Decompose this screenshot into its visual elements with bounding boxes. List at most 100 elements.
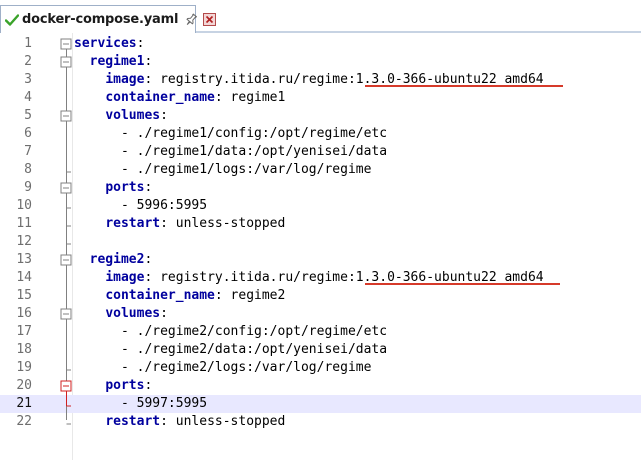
code-line[interactable]: 17 - ./regime2/config:/opt/regime/etc: [0, 323, 641, 341]
code-line[interactable]: 21 - 5997:5995: [0, 395, 641, 413]
yaml-value: regime2: [222, 288, 286, 303]
saved-check-icon: [5, 12, 19, 28]
yaml-separator: :: [144, 54, 153, 69]
code-line[interactable]: 5 volumes:: [0, 107, 641, 125]
yaml-key: ports: [105, 180, 145, 195]
yaml-separator: :: [160, 108, 168, 123]
fold-toggle[interactable]: [60, 110, 72, 122]
code-text: - ./regime1/logs:/var/log/regime: [74, 161, 371, 179]
code-line[interactable]: 10 - 5996:5995: [0, 197, 641, 215]
code-text: container_name: regime1: [74, 89, 285, 107]
fold-toggle[interactable]: [60, 38, 72, 50]
code-text: ports:: [74, 377, 152, 395]
code-line[interactable]: 16 volumes:: [0, 305, 641, 323]
tab-title: docker-compose.yaml: [22, 12, 179, 27]
yaml-separator: :: [214, 288, 223, 303]
fold-toggle[interactable]: [60, 182, 72, 194]
code-line[interactable]: 11 restart: unless-stopped: [0, 215, 641, 233]
code-line[interactable]: 8 - ./regime1/logs:/var/log/regime: [0, 161, 641, 179]
yaml-value: - 5997:5995: [120, 396, 208, 411]
yaml-key: regime1: [89, 54, 145, 69]
code-text: ports:: [74, 179, 152, 197]
code-line[interactable]: 20 ports:: [0, 377, 641, 395]
pin-icon[interactable]: [185, 12, 198, 27]
code-text: - ./regime2/logs:/var/log/regime: [74, 359, 371, 377]
code-editor[interactable]: 1 services: 2 regime1: 3 image: registry.it…: [0, 33, 641, 460]
close-icon[interactable]: [203, 13, 217, 26]
editor-window: docker-compose.yaml 1 services: 2 regime1:…: [0, 0, 641, 460]
code-text: volumes:: [74, 305, 168, 323]
yaml-key: image: [105, 270, 145, 285]
yaml-separator: :: [160, 306, 168, 321]
code-text: restart: unless-stopped: [74, 413, 285, 431]
yaml-value: unless-stopped: [167, 216, 286, 231]
tab-docker-compose[interactable]: docker-compose.yaml: [0, 5, 217, 33]
code-text: container_name: regime2: [74, 287, 285, 305]
yaml-key: volumes: [105, 108, 161, 123]
code-line[interactable]: 13 regime2:: [0, 251, 641, 269]
code-text: - 5996:5995: [74, 197, 207, 215]
yaml-value: - 5996:5995: [120, 198, 208, 213]
code-line[interactable]: 7 - ./regime1/data:/opt/yenisei/data: [0, 143, 641, 161]
code-line[interactable]: 2 regime1:: [0, 53, 641, 71]
code-line[interactable]: 15 container_name: regime2: [0, 287, 641, 305]
fold-toggle[interactable]: [60, 380, 72, 392]
code-line[interactable]: 18 - ./regime2/data:/opt/yenisei/data: [0, 341, 641, 359]
code-text: - ./regime1/data:/opt/yenisei/data: [74, 143, 387, 161]
code-line[interactable]: 22 restart: unless-stopped: [0, 413, 641, 431]
code-text: services:: [74, 35, 144, 53]
code-text: restart: unless-stopped: [74, 215, 285, 233]
yaml-value: - ./regime2/data:/opt/yenisei/data: [120, 342, 388, 357]
code-line[interactable]: 9 ports:: [0, 179, 641, 197]
code-text: regime2:: [74, 251, 153, 269]
code-line[interactable]: 6 - ./regime1/config:/opt/regime/etc: [0, 125, 641, 143]
yaml-value: unless-stopped: [167, 414, 286, 429]
code-line[interactable]: 4 container_name: regime1: [0, 89, 641, 107]
code-text: volumes:: [74, 107, 168, 125]
yaml-key: regime2: [89, 252, 145, 267]
yaml-key: ports: [105, 378, 145, 393]
fold-toggle[interactable]: [60, 56, 72, 68]
fold-toggle[interactable]: [60, 254, 72, 266]
yaml-separator: :: [144, 378, 153, 393]
yaml-key: restart: [105, 216, 161, 231]
yaml-key: container_name: [105, 288, 215, 303]
yaml-separator: :: [160, 216, 168, 231]
code-line[interactable]: 1 services:: [0, 35, 641, 53]
yaml-value: regime1: [222, 90, 286, 105]
code-text: - ./regime1/config:/opt/regime/etc: [74, 125, 387, 143]
code-line[interactable]: 12: [0, 233, 641, 251]
code-text: - 5997:5995: [74, 395, 207, 413]
yaml-value: - ./regime1/config:/opt/regime/etc: [120, 126, 388, 141]
highlight-underline-2: [365, 283, 560, 285]
yaml-key: services: [74, 36, 137, 51]
yaml-separator: :: [136, 36, 145, 51]
yaml-value: - ./regime1/logs:/var/log/regime: [120, 162, 372, 177]
yaml-key: volumes: [105, 306, 161, 321]
fold-toggle[interactable]: [60, 308, 72, 320]
yaml-value: - ./regime2/logs:/var/log/regime: [120, 360, 372, 375]
code-text: regime1:: [74, 53, 153, 71]
code-line[interactable]: 19 - ./regime2/logs:/var/log/regime: [0, 359, 641, 377]
yaml-value: - ./regime1/data:/opt/yenisei/data: [120, 144, 388, 159]
yaml-value: - ./regime2/config:/opt/regime/etc: [120, 324, 388, 339]
yaml-separator: :: [144, 180, 153, 195]
